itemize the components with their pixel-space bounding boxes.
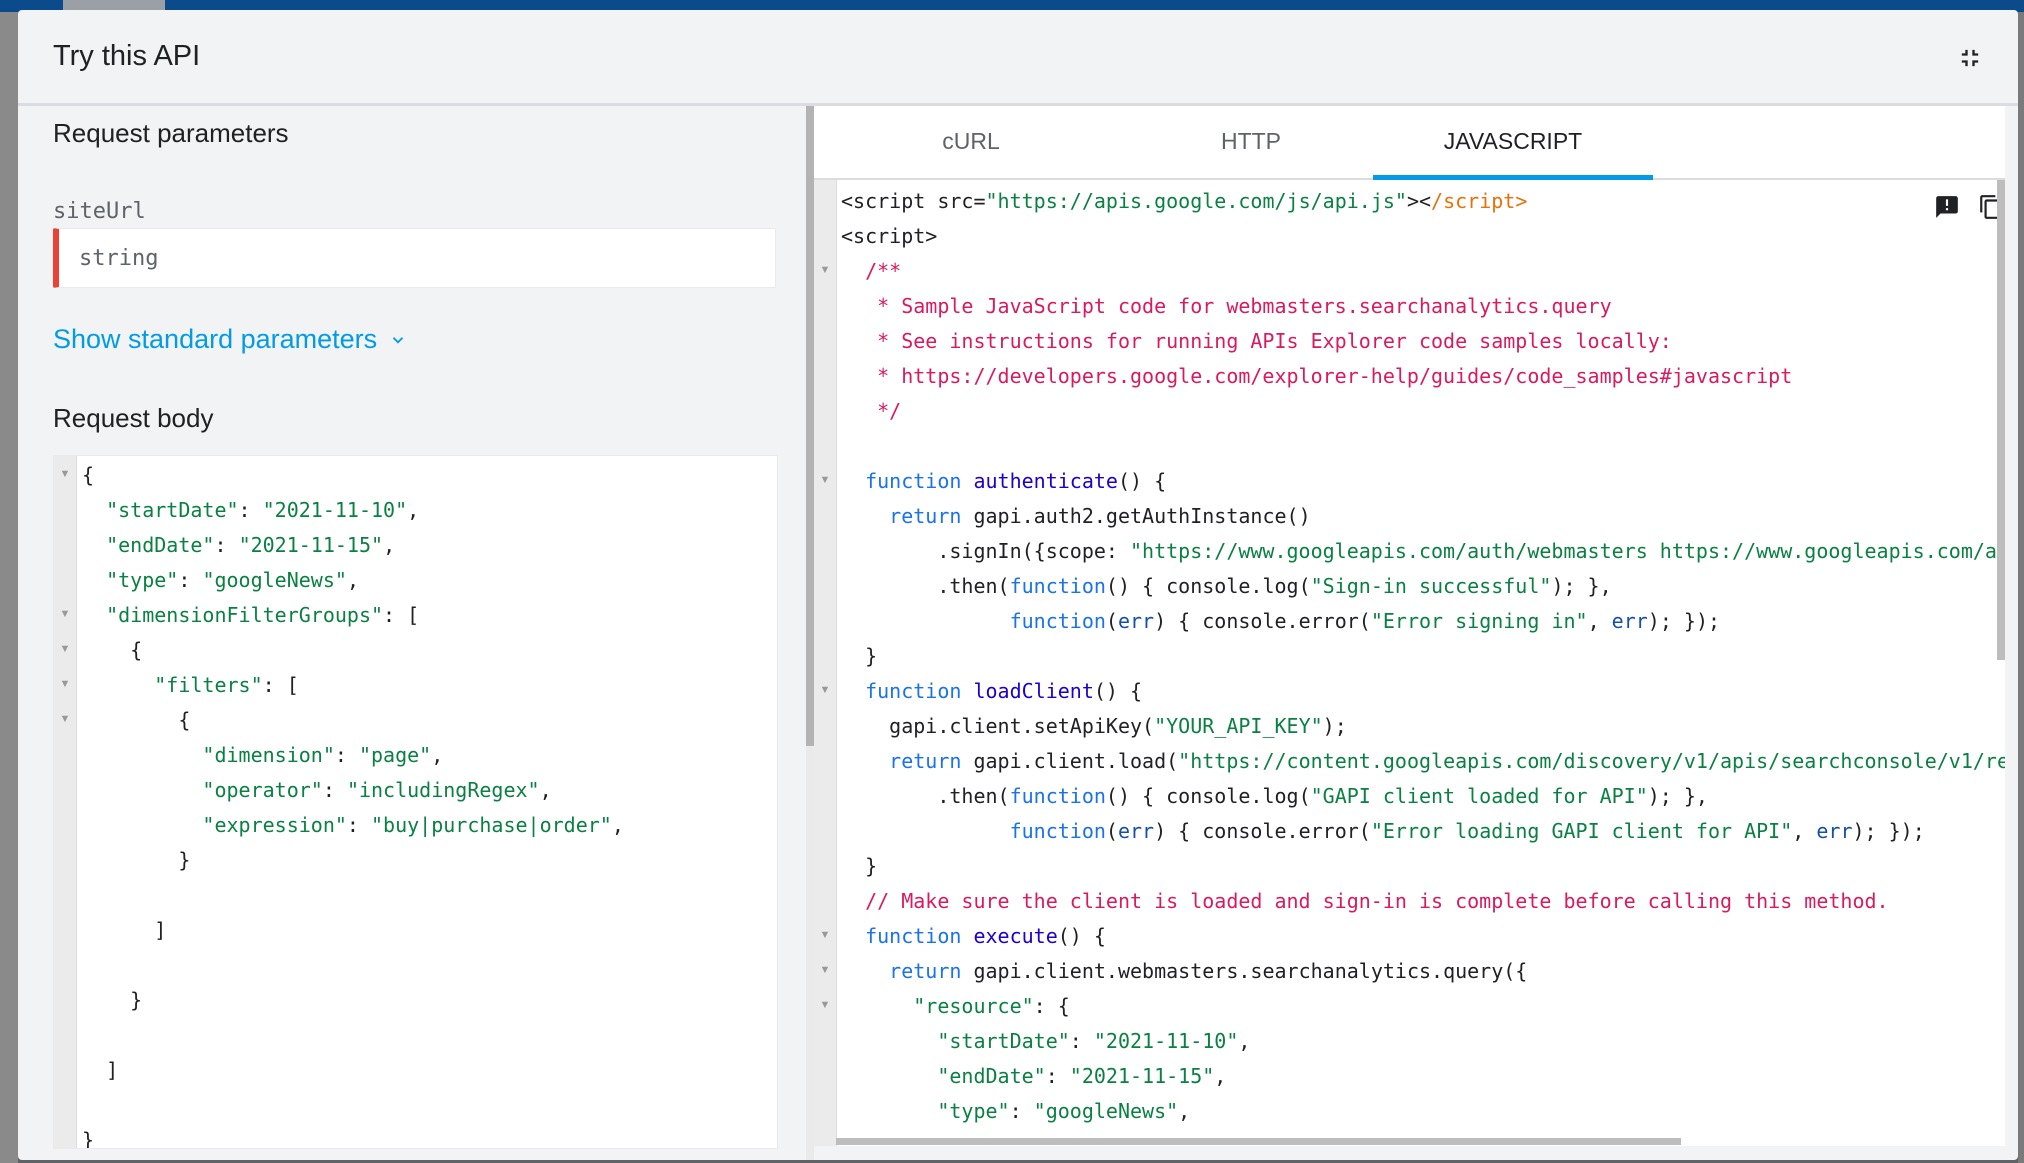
code-line: "operator": "includingRegex", (202, 778, 552, 802)
code-line: { (82, 708, 191, 732)
code-line: "dimensionFilterGroups": [ (106, 603, 420, 627)
chevron-down-icon (393, 336, 404, 344)
editor-gutter (54, 456, 77, 1148)
fold-toggle-icon[interactable]: ▼ (814, 474, 836, 486)
code-line: function loadClient() { (865, 679, 1143, 703)
code-horizontal-scrollbar[interactable] (836, 1138, 1681, 1145)
code-line: ] (82, 918, 167, 942)
code-line: return gapi.client.load("https://content… (889, 749, 2005, 773)
try-this-api-dialog: Try this API Request parameters siteUrl … (18, 10, 2018, 1160)
code-line: <script> (841, 224, 938, 248)
fold-toggle-icon[interactable]: ▼ (54, 678, 76, 690)
fold-toggle-icon[interactable]: ▼ (54, 713, 76, 725)
request-body-heading: Request body (53, 403, 214, 433)
code-line: "expression": "buy|purchase|order", (202, 813, 624, 837)
code-line: "resource": { (913, 994, 1070, 1018)
code-line: "startDate": "2021-11-10", (937, 1029, 1251, 1053)
left-scrollbar-thumb[interactable] (806, 106, 814, 746)
code-line: "endDate": "2021-11-15", (106, 533, 396, 557)
code-line: <script src="https://apis.google.com/js/… (841, 189, 1528, 213)
code-bottom-edge (814, 1146, 2005, 1150)
fold-toggle-icon[interactable]: ▼ (814, 264, 836, 276)
code-line: } (82, 988, 143, 1012)
code-line: { (82, 638, 143, 662)
fold-toggle-icon[interactable]: ▼ (814, 964, 836, 976)
code-sample-pane: cURL HTTP JAVASCRIPT ▼ ▼ ▼ ▼ ▼ ▼ <script src=… (814, 106, 2005, 1150)
fold-toggle-icon[interactable]: ▼ (814, 999, 836, 1011)
code-line: function(err) { console.error("Error loa… (1009, 819, 1925, 843)
fold-toggle-icon[interactable]: ▼ (54, 608, 76, 620)
backdrop-left (0, 12, 18, 1163)
code-line: { (82, 463, 95, 487)
code-line: /** (841, 259, 902, 283)
tab-javascript[interactable]: JAVASCRIPT (1373, 106, 1653, 180)
request-body-code[interactable]: { "startDate": "2021-11-10", "endDate": … (82, 458, 624, 1149)
fold-toggle-icon[interactable]: ▼ (814, 929, 836, 941)
tab-http[interactable]: HTTP (1111, 106, 1391, 178)
code-line: return gapi.auth2.getAuthInstance() (889, 504, 1311, 528)
code-line: } (841, 644, 878, 668)
code-line: } (841, 854, 878, 878)
code-actions (1934, 194, 2004, 220)
code-line: * Sample JavaScript code for webmasters.… (841, 294, 1612, 318)
dialog-title: Try this API (53, 40, 201, 72)
code-line: .then(function() { console.log("GAPI cli… (841, 784, 1708, 808)
site-url-label: siteUrl (53, 199, 146, 224)
code-vertical-scrollbar[interactable] (1997, 180, 2005, 660)
code-line: return gapi.client.webmasters.searchanal… (889, 959, 1528, 983)
code-line: "dimension": "page", (202, 743, 444, 767)
code-line: function authenticate() { (865, 469, 1167, 493)
code-line: function execute() { (865, 924, 1106, 948)
fold-toggle-icon[interactable]: ▼ (54, 468, 76, 480)
code-line: // Make sure the client is loaded and si… (841, 889, 1889, 913)
code-line: } (82, 1128, 95, 1149)
language-tabs: cURL HTTP JAVASCRIPT (814, 106, 2005, 180)
code-line: * See instructions for running APIs Expl… (841, 329, 1672, 353)
code-line: ] (82, 1058, 119, 1082)
fold-toggle-icon[interactable]: ▼ (814, 684, 836, 696)
fold-toggle-icon[interactable]: ▼ (54, 643, 76, 655)
code-line: "endDate": "2021-11-15", (937, 1064, 1227, 1088)
fullscreen-exit-icon (1961, 49, 1979, 67)
code-line: "startDate": "2021-11-10", (106, 498, 420, 522)
code-line: * https://developers.google.com/explorer… (841, 364, 1793, 388)
request-body-editor[interactable]: ▼ ▼ ▼ ▼ ▼ { "startDate": "2021-11-10", "endD… (53, 455, 778, 1149)
code-line: function(err) { console.error("Error sig… (1009, 609, 1721, 633)
feedback-button[interactable] (1934, 194, 1960, 220)
show-standard-parameters-label: Show standard parameters (53, 324, 378, 354)
code-line: "filters": [ (154, 673, 299, 697)
backdrop-right (2018, 12, 2024, 1163)
code-line: } (82, 848, 191, 872)
site-url-field[interactable] (53, 228, 776, 288)
code-line: gapi.client.setApiKey("YOUR_API_KEY"); (841, 714, 1347, 738)
code-line: .then(function() { console.log("Sign-in … (841, 574, 1612, 598)
code-line: "type": "googleNews", (937, 1099, 1191, 1123)
code-line: "type": "googleNews", (106, 568, 359, 592)
request-parameters-heading: Request parameters (53, 118, 289, 148)
site-url-input[interactable] (59, 229, 775, 287)
show-standard-parameters-link[interactable]: Show standard parameters (53, 324, 407, 355)
code-line: */ (841, 399, 902, 423)
tab-curl[interactable]: cURL (831, 106, 1111, 178)
request-pane: Request parameters siteUrl Show standard… (18, 106, 814, 1160)
report-feedback-icon (1936, 196, 1958, 218)
exit-fullscreen-button[interactable] (1956, 44, 1984, 72)
code-sample-viewer[interactable]: ▼ ▼ ▼ ▼ ▼ ▼ <script src="https://apis.google.… (814, 180, 2005, 1150)
code-line: .signIn({scope: "https://www.googleapis.… (841, 539, 2005, 563)
javascript-code[interactable]: <script src="https://apis.google.com/js/… (841, 184, 2005, 1129)
